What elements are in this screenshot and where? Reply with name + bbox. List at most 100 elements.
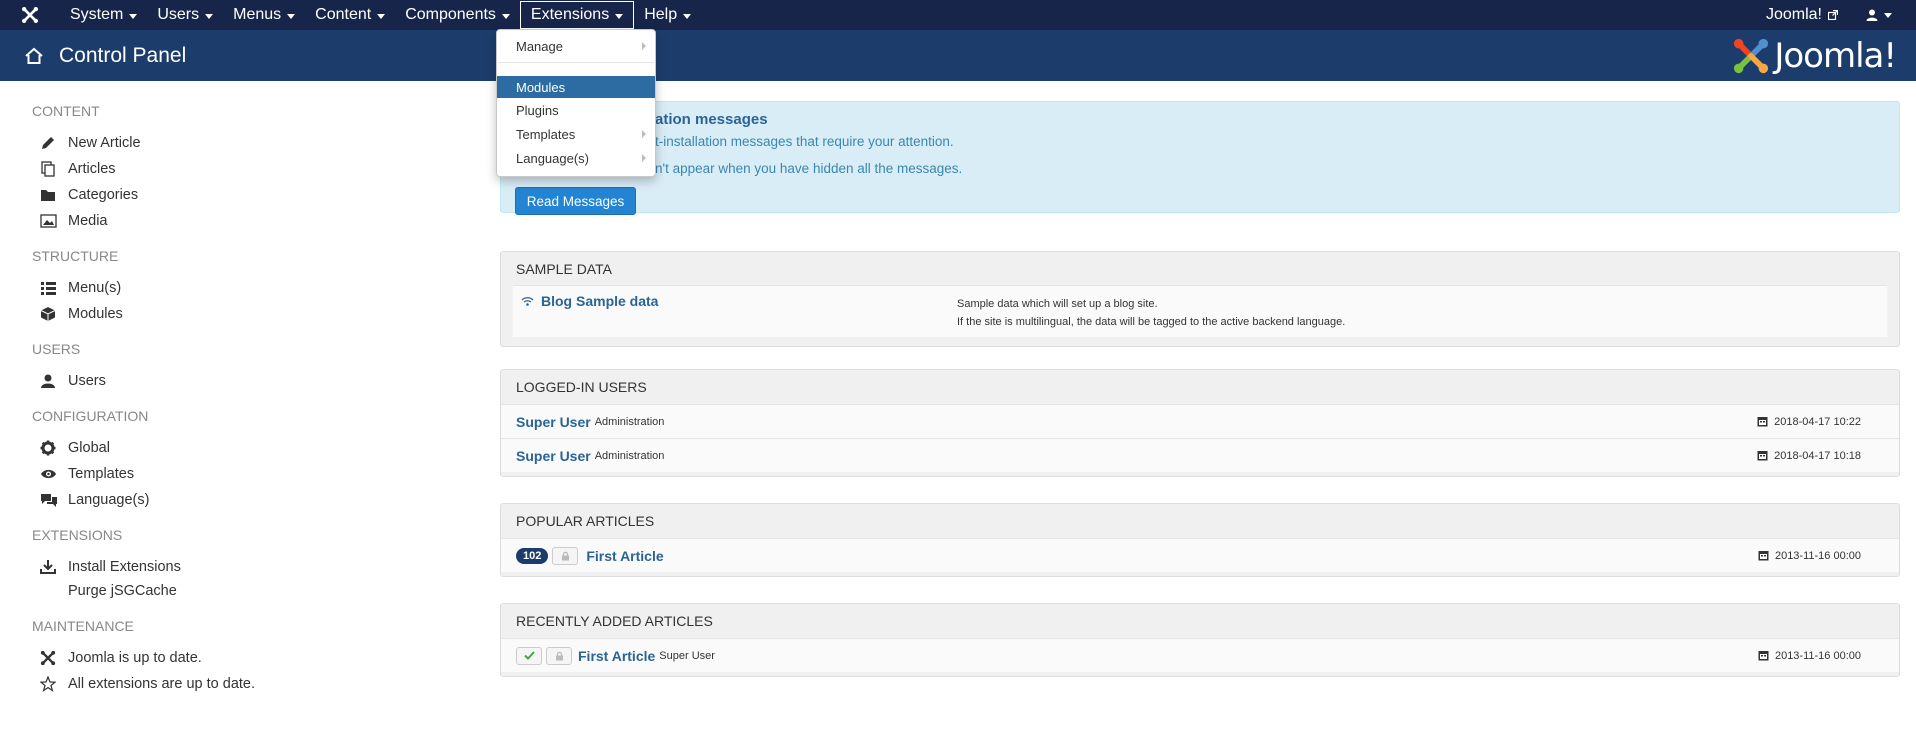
download-icon	[40, 558, 60, 576]
sidebar-item-label: Modules	[68, 306, 123, 322]
sidebar-item-label: Articles	[68, 161, 116, 177]
article-link[interactable]: First Article	[578, 648, 655, 664]
site-link[interactable]: Joomla!	[1756, 6, 1848, 24]
published-toggle[interactable]	[516, 646, 542, 665]
copy-icon	[40, 160, 60, 178]
sidebar-item-menus[interactable]: Menu(s)	[40, 277, 121, 299]
calendar-icon	[1757, 451, 1768, 461]
lock-button[interactable]	[552, 546, 579, 565]
menu-components[interactable]: Components	[395, 1, 520, 29]
joomla-brand-icon	[1734, 38, 1769, 74]
user-link[interactable]: Super User	[516, 448, 591, 464]
site-link-label: Joomla!	[1765, 6, 1822, 23]
dropdown-item-label: Language(s)	[516, 150, 589, 166]
dropdown-item-languages[interactable]: Language(s)	[497, 147, 655, 169]
menu-help[interactable]: Help	[634, 1, 701, 29]
recent-articles-panel: RECENTLY ADDED ARTICLES First Article Su…	[500, 603, 1900, 677]
caret-down-icon	[683, 13, 692, 19]
row-date: 2013-11-16 00:00	[1758, 550, 1861, 562]
sidebar-item-joomla-up-to-date[interactable]: Joomla is up to date.	[40, 647, 202, 669]
user-icon	[1866, 9, 1878, 21]
dropdown-item-modules[interactable]: Modules	[497, 76, 655, 98]
pencil-icon	[40, 134, 60, 152]
read-messages-button[interactable]: Read Messages	[515, 187, 636, 215]
messages-heading: ation messages	[655, 111, 768, 128]
sidebar-heading-maintenance: MAINTENANCE	[32, 618, 134, 634]
sample-data-desc-1: Sample data which will set up a blog sit…	[957, 298, 1158, 310]
post-install-messages: ation messages t-installation messages t…	[500, 101, 1900, 215]
external-link-icon	[1828, 10, 1838, 20]
sidebar-item-label: Install Extensions	[68, 559, 181, 575]
sidebar-item-label: Categories	[68, 187, 139, 203]
sample-data-description: Sample data which will set up a blog sit…	[957, 295, 1345, 331]
dropdown-item-manage[interactable]: Manage	[497, 35, 655, 57]
recent-articles-heading: RECENTLY ADDED ARTICLES	[516, 613, 713, 629]
sidebar-item-install-extensions[interactable]: Install Extensions	[40, 556, 181, 578]
dropdown-item-plugins[interactable]: Plugins	[497, 99, 655, 121]
user-area: Administration	[594, 415, 665, 428]
sidebar-item-languages[interactable]: Language(s)	[40, 489, 149, 511]
sidebar-heading-configuration: CONFIGURATION	[32, 408, 149, 424]
sidebar-item-global[interactable]: Global	[40, 437, 110, 459]
sidebar-heading-users: USERS	[32, 341, 81, 357]
caret-down-icon	[1884, 12, 1892, 18]
star-icon	[40, 675, 60, 693]
calendar-icon	[1757, 417, 1768, 427]
sidebar-item-purge-jsgcache[interactable]: Purge jSGCache	[40, 580, 177, 602]
menu-menus[interactable]: Menus	[223, 1, 305, 29]
menu-content-label: Content	[315, 6, 372, 23]
article-author: Super User	[659, 649, 715, 662]
sample-data-desc-2: If the site is multilingual, the data wi…	[957, 316, 1346, 328]
menu-components-label: Components	[405, 6, 496, 23]
user-link[interactable]: Super User	[516, 414, 591, 430]
sidebar-item-label: New Article	[68, 135, 141, 151]
row-date: 2018-04-17 10:22	[1757, 416, 1861, 428]
row-date: 2018-04-17 10:18	[1757, 450, 1861, 462]
sidebar-item-label: Users	[68, 373, 106, 389]
joomla-logo-icon[interactable]	[0, 0, 60, 30]
menu-extensions[interactable]: Extensions	[519, 1, 635, 29]
top-menu: System Users Menus Content Components Ex…	[60, 0, 701, 30]
empty-icon-slot	[40, 582, 60, 600]
menu-content[interactable]: Content	[305, 1, 395, 29]
dropdown-item-label: Manage	[516, 38, 563, 54]
table-row: Super User Administration 2018-04-17 10:…	[501, 438, 1899, 472]
blog-sample-data-link[interactable]: Blog Sample data	[541, 293, 658, 309]
menu-system-label: System	[70, 6, 124, 23]
article-link[interactable]: First Article	[586, 548, 663, 564]
logged-in-users-heading: LOGGED-IN USERS	[516, 379, 647, 395]
caret-down-icon	[615, 13, 624, 19]
sidebar-item-new-article[interactable]: New Article	[40, 132, 141, 154]
sidebar-item-templates[interactable]: Templates	[40, 463, 134, 485]
dropdown-item-label: Modules	[516, 79, 566, 95]
user-menu[interactable]	[1848, 9, 1916, 21]
user-area: Administration	[594, 449, 665, 462]
lock-icon	[555, 651, 563, 660]
table-row: First Article Super User 2013-11-16 00:0…	[501, 638, 1899, 672]
submenu-arrow-icon	[642, 130, 646, 138]
sidebar-heading-structure: STRUCTURE	[32, 248, 119, 264]
joomla-icon	[40, 649, 60, 667]
caret-down-icon	[205, 13, 214, 19]
wifi-icon	[521, 294, 534, 310]
calendar-icon	[1758, 551, 1769, 561]
lock-button[interactable]	[546, 646, 572, 665]
sidebar-item-extensions-up-to-date[interactable]: All extensions are up to date.	[40, 673, 255, 695]
row-date: 2013-11-16 00:00	[1758, 650, 1861, 662]
sample-data-heading: SAMPLE DATA	[516, 261, 612, 277]
menu-system[interactable]: System	[60, 1, 147, 29]
sidebar-item-media[interactable]: Media	[40, 210, 108, 232]
sidebar-item-modules[interactable]: Modules	[40, 303, 123, 325]
sidebar-item-label: Language(s)	[68, 492, 150, 508]
menu-users[interactable]: Users	[147, 1, 223, 29]
caret-down-icon	[287, 13, 296, 19]
home-icon	[18, 47, 50, 65]
sidebar-item-categories[interactable]: Categories	[40, 184, 138, 206]
dropdown-item-templates[interactable]: Templates	[497, 123, 655, 145]
menu-users-label: Users	[157, 6, 200, 23]
dropdown-divider	[498, 62, 654, 63]
sidebar-item-label: Global	[68, 440, 110, 456]
top-navbar: System Users Menus Content Components Ex…	[0, 0, 1916, 30]
sidebar-item-users[interactable]: Users	[40, 370, 106, 392]
sidebar-item-articles[interactable]: Articles	[40, 158, 116, 180]
